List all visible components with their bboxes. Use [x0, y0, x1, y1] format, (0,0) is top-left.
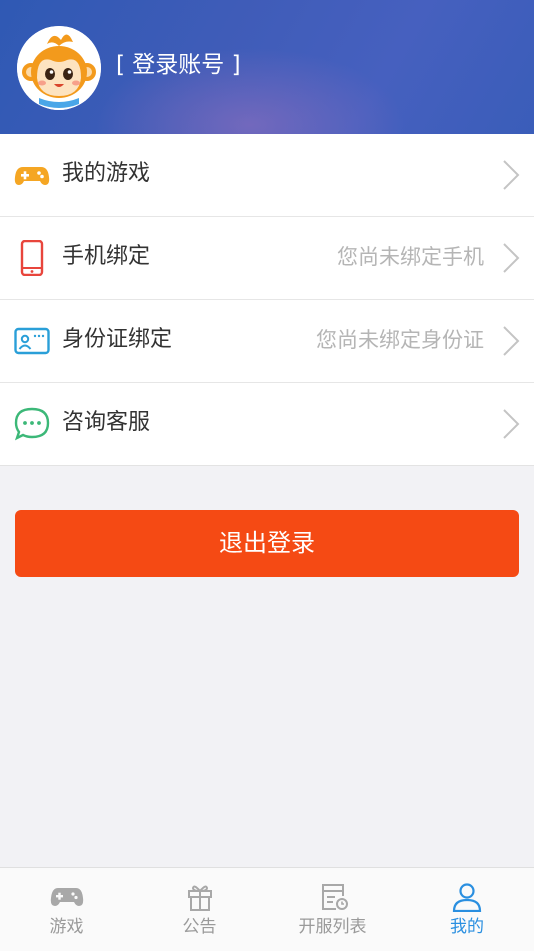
settings-menu: 我的游戏 手机绑定 您尚未绑定手机 身份证绑定 您尚未绑定身份证 咨询客服 — [0, 134, 534, 466]
menu-item-label: 我的游戏 — [62, 161, 151, 186]
phone-icon — [20, 240, 44, 276]
menu-item-id-binding[interactable]: 身份证绑定 您尚未绑定身份证 — [0, 300, 534, 383]
chevron-right-icon — [503, 160, 520, 190]
bottom-tab-bar: 游戏 公告 开服列表 我的 — [0, 867, 534, 951]
id-card-icon — [14, 327, 50, 355]
tab-mine[interactable]: 我的 — [400, 868, 534, 951]
menu-item-label: 手机绑定 — [62, 244, 151, 269]
tab-games[interactable]: 游戏 — [0, 868, 133, 951]
menu-item-label: 身份证绑定 — [62, 327, 173, 352]
profile-header: [ 登录账号 ] — [0, 0, 534, 134]
chevron-right-icon — [503, 243, 520, 273]
phone-binding-status: 您尚未绑定手机 — [337, 245, 484, 269]
avatar[interactable] — [17, 26, 101, 110]
id-binding-status: 您尚未绑定身份证 — [316, 328, 484, 352]
gamepad-icon — [14, 167, 50, 185]
tab-label: 游戏 — [49, 917, 84, 937]
chevron-right-icon — [503, 326, 520, 356]
chevron-right-icon — [503, 409, 520, 439]
tab-announcements[interactable]: 公告 — [133, 868, 266, 951]
tab-server-list[interactable]: 开服列表 — [266, 868, 399, 951]
server-list-icon — [321, 884, 348, 910]
tab-label: 我的 — [450, 917, 484, 937]
menu-item-customer-service[interactable]: 咨询客服 — [0, 383, 534, 466]
tab-label: 公告 — [182, 917, 217, 937]
chat-bubble-icon — [14, 407, 50, 441]
gift-icon — [187, 885, 212, 911]
logout-button[interactable]: 退出登录 — [15, 510, 519, 577]
gamepad-icon — [50, 888, 83, 906]
tab-label: 开服列表 — [298, 917, 367, 937]
menu-item-phone-binding[interactable]: 手机绑定 您尚未绑定手机 — [0, 217, 534, 300]
menu-item-label: 咨询客服 — [62, 410, 151, 435]
user-icon — [452, 883, 482, 912]
monkey-avatar-icon — [17, 26, 101, 110]
menu-item-my-games[interactable]: 我的游戏 — [0, 134, 534, 217]
login-link[interactable]: [ 登录账号 ] — [116, 50, 241, 80]
